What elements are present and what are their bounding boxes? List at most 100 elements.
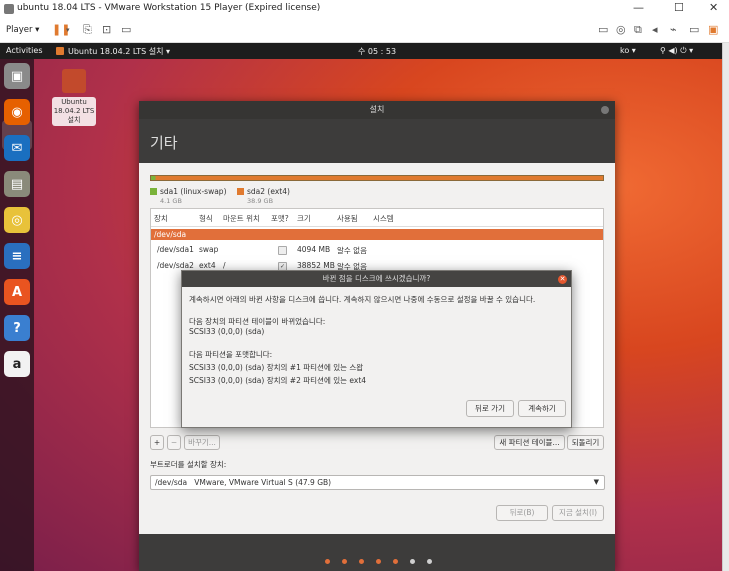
- progress-dot: [376, 559, 381, 564]
- dropdown-arrow-icon: ▼: [593, 478, 599, 486]
- legend-swatch-sda1: [150, 188, 157, 195]
- legend-name-sda2: sda2 (ext4): [247, 187, 290, 196]
- vmware-toolbar: Player ▾ ❚❚ ▾ ⎘ ⊡ ▭ ▭ ◎ ⧉ ◂ ⌁ ▭ ▣: [0, 18, 729, 43]
- ubuntu-top-panel: Activities Ubuntu 18.04.2 LTS 설치 ▾ 수 05 …: [0, 43, 722, 59]
- removable-devices-icon[interactable]: ▭: [598, 23, 608, 36]
- activities-button[interactable]: Activities: [6, 46, 43, 55]
- dock-installer-icon[interactable]: ▣: [4, 63, 30, 89]
- bootloader-device-value: /dev/sda VMware, VMware Virtual S (47.9 …: [155, 478, 332, 487]
- progress-dot: [359, 559, 364, 564]
- column-header-type[interactable]: 형식: [199, 213, 213, 224]
- progress-dot: [427, 559, 432, 564]
- legend-swatch-sda2: [237, 188, 244, 195]
- close-button[interactable]: ✕: [709, 1, 718, 14]
- row-used: 알수 없음: [337, 246, 367, 255]
- revert-button[interactable]: 되돌리기: [567, 435, 604, 450]
- player-menu[interactable]: Player ▾: [6, 25, 39, 35]
- usb-icon[interactable]: ⌁: [670, 23, 677, 36]
- column-header-format[interactable]: 포맷?: [271, 213, 289, 224]
- change-partition-button[interactable]: 바꾸기...: [184, 435, 220, 450]
- vmware-settings-icon[interactable]: ▣: [708, 23, 718, 36]
- app-menu[interactable]: Ubuntu 18.04.2 LTS 설치 ▾: [68, 46, 170, 57]
- format-label: 다음 파티션을 포맷합니다:: [189, 350, 273, 359]
- dock: ▣ ◉ ✉ ▤ ◎ ≡ A? a: [0, 59, 34, 571]
- display-icon[interactable]: ▭: [689, 23, 699, 36]
- dock-libreoffice-writer-icon[interactable]: ≡: [4, 243, 30, 269]
- column-header-mount[interactable]: 마운트 위치: [223, 213, 260, 224]
- dialog-intro-text: 계속하시면 아래의 바뀐 사항을 디스크에 씁니다. 계속하지 않으시면 나중에…: [189, 295, 536, 304]
- desktop-icon-label: Ubuntu 18.04.2 LTS 설치: [52, 97, 96, 126]
- dock-ubuntu-software-icon[interactable]: A: [4, 279, 30, 305]
- table-row-device[interactable]: /dev/sda: [151, 229, 603, 240]
- dialog-title: 바뀐 점을 디스크에 쓰시겠습니까?: [182, 271, 571, 287]
- row-device: /dev/sda2: [157, 261, 194, 270]
- confirm-write-dialog: 바뀐 점을 디스크에 쓰시겠습니까? ✕ 계속하시면 아래의 바뀐 사항을 디스…: [181, 270, 572, 428]
- send-ctrl-alt-del-icon[interactable]: ⎘: [83, 23, 92, 37]
- format-item: SCSI33 (0,0,0) (sda) 장치의 #2 파티션에 있는 ext4: [189, 376, 367, 385]
- progress-dot: [410, 559, 415, 564]
- device-name: /dev/sda: [154, 230, 187, 239]
- minimize-button[interactable]: —: [633, 1, 644, 14]
- install-now-button[interactable]: 지금 설치(I): [552, 505, 604, 521]
- row-type: ext4: [199, 261, 216, 270]
- vmware-titlebar: ubuntu 18.04 LTS - VMware Workstation 15…: [0, 0, 729, 18]
- legend-size-sda1: 4.1 GB: [160, 197, 182, 205]
- unity-icon[interactable]: ▭: [121, 23, 131, 36]
- network-icon[interactable]: ⧉: [634, 23, 642, 37]
- dock-firefox-icon[interactable]: ◉: [4, 99, 30, 125]
- vmware-window-title: ubuntu 18.04 LTS - VMware Workstation 15…: [17, 3, 321, 13]
- installer-icon: [62, 69, 86, 93]
- progress-dot: [393, 559, 398, 564]
- row-size: 4094 MB: [297, 245, 331, 254]
- progress-dot: [342, 559, 347, 564]
- row-type: swap: [199, 245, 219, 254]
- column-header-device[interactable]: 장치: [154, 213, 168, 224]
- vmware-app-icon: [4, 4, 14, 14]
- bootloader-label: 부트로더를 설치할 장치:: [150, 460, 227, 469]
- installer-close-icon[interactable]: [601, 106, 609, 114]
- installer-footer: [139, 534, 615, 571]
- installer-app-icon: [56, 47, 64, 55]
- partition-bar: [150, 175, 604, 181]
- legend-size-sda2: 38.9 GB: [247, 197, 274, 205]
- dialog-close-icon[interactable]: ✕: [558, 275, 567, 284]
- format-item: SCSI33 (0,0,0) (sda) 장치의 #1 파티션에 있는 스왑: [189, 363, 364, 372]
- new-partition-table-button[interactable]: 새 파티션 테이블...: [494, 435, 565, 450]
- audio-icon[interactable]: ◂: [652, 23, 658, 36]
- input-method-menu[interactable]: ko ▾: [620, 46, 636, 55]
- page-title: 기타: [150, 134, 178, 152]
- table-changed-device: SCSI33 (0,0,0) (sda): [189, 327, 265, 336]
- dock-files-icon[interactable]: ▤: [4, 171, 30, 197]
- table-row[interactable]: /dev/sda1 swap 4094 MB 알수 없음: [151, 243, 603, 256]
- vmware-scrollbar[interactable]: [722, 43, 729, 571]
- dialog-back-button[interactable]: 뒤로 가기: [466, 400, 514, 417]
- dock-help-icon[interactable]: ?: [4, 315, 30, 341]
- clock[interactable]: 수 05 : 53: [358, 46, 396, 57]
- dock-rhythmbox-icon[interactable]: ◎: [4, 207, 30, 233]
- cd-icon[interactable]: ◎: [616, 23, 626, 36]
- add-partition-button[interactable]: +: [150, 435, 164, 450]
- desktop-installer-icon[interactable]: Ubuntu 18.04.2 LTS 설치: [52, 67, 96, 129]
- table-changed-label: 다음 장치의 파티션 테이블이 바뀌었습니다:: [189, 317, 326, 326]
- dock-thunderbird-icon[interactable]: ✉: [4, 135, 30, 161]
- column-header-used[interactable]: 사용됨: [337, 213, 358, 224]
- format-checkbox[interactable]: [278, 246, 287, 255]
- column-header-system[interactable]: 시스템: [373, 213, 394, 224]
- row-size: 38852 MB: [297, 261, 335, 270]
- progress-dot: [325, 559, 330, 564]
- installer-header: [139, 119, 615, 163]
- pause-dropdown-icon[interactable]: ▾: [66, 26, 70, 34]
- remove-partition-button[interactable]: −: [167, 435, 181, 450]
- bootloader-device-select[interactable]: /dev/sda VMware, VMware Virtual S (47.9 …: [150, 475, 605, 490]
- maximize-button[interactable]: ☐: [674, 1, 684, 14]
- fit-guest-icon[interactable]: ⊡: [102, 23, 111, 36]
- legend-name-sda1: sda1 (linux-swap): [160, 187, 227, 196]
- column-header-size[interactable]: 크기: [297, 213, 311, 224]
- back-button[interactable]: 뒤로(B): [496, 505, 548, 521]
- dock-amazon-icon[interactable]: a: [4, 351, 30, 377]
- system-menu[interactable]: ⚲ ◀) ⏻ ▾: [660, 46, 693, 56]
- row-mount: /: [223, 261, 226, 270]
- row-device: /dev/sda1: [157, 245, 194, 254]
- installer-titlebar: 설치: [139, 101, 615, 119]
- dialog-continue-button[interactable]: 계속하기: [518, 400, 566, 417]
